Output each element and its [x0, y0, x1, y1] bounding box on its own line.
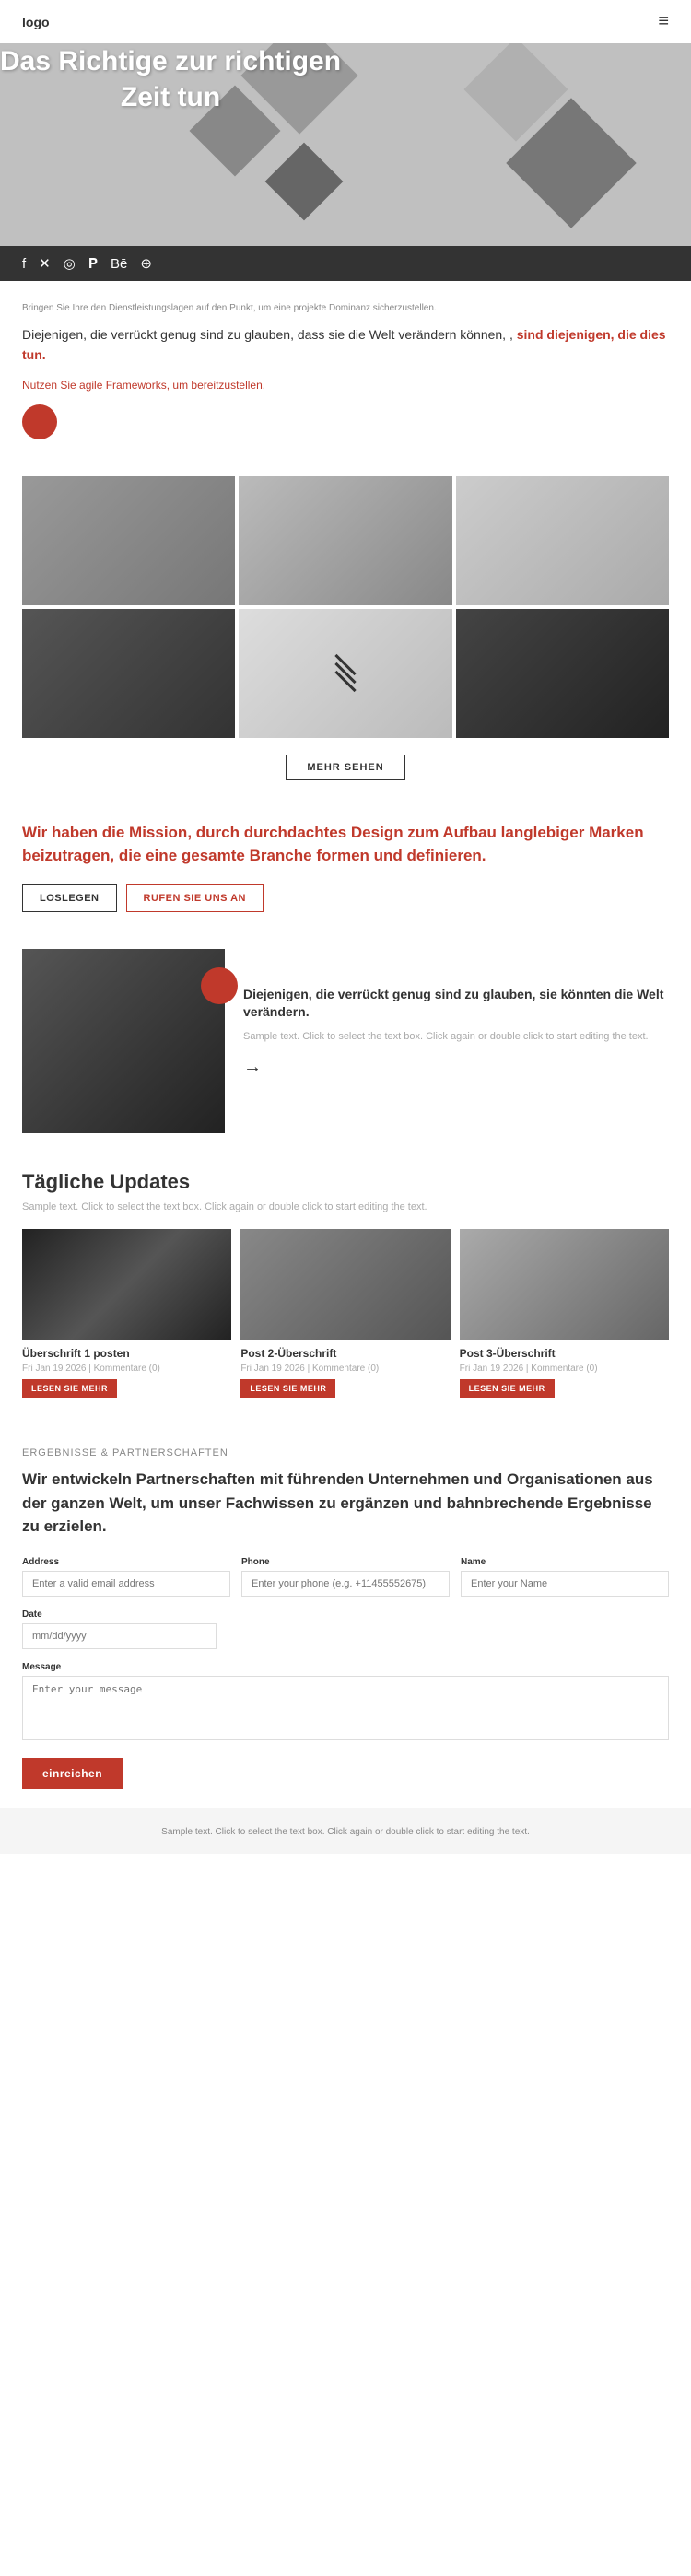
post-meta-1: Fri Jan 19 2026 | Kommentare (0) — [22, 1364, 231, 1374]
message-field-group: Message — [22, 1662, 669, 1745]
logo: logo — [22, 15, 50, 29]
gallery-lines-decoration — [332, 663, 359, 683]
feature-sample-text: Sample text. Click to select the text bo… — [243, 1029, 669, 1045]
address-label: Address — [22, 1557, 230, 1567]
gallery-cell-4 — [22, 609, 235, 738]
facebook-icon[interactable]: f — [22, 256, 26, 272]
loslegen-button[interactable]: LOSLEGEN — [22, 884, 117, 912]
date-label: Date — [22, 1610, 669, 1620]
post-meta-3: Fri Jan 19 2026 | Kommentare (0) — [460, 1364, 669, 1374]
gallery-cell-2 — [239, 476, 451, 605]
post-title-3: Post 3-Überschrift — [460, 1347, 669, 1360]
red-circle-decoration — [22, 404, 57, 439]
gallery-more-button[interactable]: MEHR SEHEN — [286, 755, 404, 780]
phone-field-group: Phone — [241, 1557, 450, 1597]
date-input[interactable] — [22, 1623, 217, 1649]
name-input[interactable] — [461, 1571, 669, 1597]
twitter-icon[interactable]: ✕ — [39, 255, 51, 272]
feature-red-dot — [201, 967, 238, 1004]
post-image-3 — [460, 1229, 669, 1340]
address-input[interactable] — [22, 1571, 230, 1597]
post-title-2: Post 2-Überschrift — [240, 1347, 450, 1360]
submit-button[interactable]: einreichen — [22, 1758, 123, 1789]
call-us-button[interactable]: RUFEN SIE UNS AN — [126, 884, 264, 912]
gallery-cell-1 — [22, 476, 235, 605]
partner-label: ERGEBNISSE & PARTNERSCHAFTEN — [22, 1447, 669, 1458]
post-card-3: Post 3-Überschrift Fri Jan 19 2026 | Kom… — [460, 1229, 669, 1398]
post-card-2: Post 2-Überschrift Fri Jan 19 2026 | Kom… — [240, 1229, 450, 1398]
name-field-group: Name — [461, 1557, 669, 1597]
post-image-2 — [240, 1229, 450, 1340]
form-row-message: Message — [22, 1662, 669, 1745]
form-row-1: Address Phone Name — [22, 1557, 669, 1597]
gallery-cell-3 — [456, 476, 669, 605]
daily-updates-section: Tägliche Updates Sample text. Click to s… — [0, 1152, 691, 1426]
post-title-1: Überschrift 1 posten — [22, 1347, 231, 1360]
feature-image — [22, 949, 225, 1133]
gallery-grid — [22, 476, 669, 738]
hero-diamond-5 — [265, 143, 344, 221]
name-label: Name — [461, 1557, 669, 1567]
message-input[interactable] — [22, 1676, 669, 1740]
partner-title: Wir entwickeln Partnerschaften mit führe… — [22, 1468, 669, 1539]
mission-text: Wir haben die Mission, durch durchdachte… — [22, 821, 669, 868]
daily-sample-text: Sample text. Click to select the text bo… — [22, 1200, 669, 1215]
hamburger-menu[interactable]: ≡ — [658, 11, 669, 32]
address-field-group: Address — [22, 1557, 230, 1597]
hero-title: Das Richtige zur richtigen Zeit tun — [0, 43, 341, 115]
intro-breadcrumb: Bringen Sie Ihre den Dienstleistungslage… — [22, 303, 669, 313]
post-read-more-1[interactable]: LESEN SIE MEHR — [22, 1379, 117, 1398]
social-bar: f ✕ ◎ 𝐏 Bē ⊕ — [0, 246, 691, 281]
post-read-more-3[interactable]: LESEN SIE MEHR — [460, 1379, 555, 1398]
footer-note: Sample text. Click to select the text bo… — [0, 1808, 691, 1854]
gallery-cell-5 — [239, 609, 451, 738]
feature-content: Diejenigen, die verrückt genug sind zu g… — [243, 949, 669, 1079]
intro-section: Bringen Sie Ihre den Dienstleistungslage… — [0, 281, 691, 467]
behance-icon[interactable]: Bē — [111, 256, 127, 272]
hero: Das Richtige zur richtigen Zeit tun — [0, 43, 691, 246]
gallery-cell-6 — [456, 609, 669, 738]
daily-title: Tägliche Updates — [22, 1170, 669, 1194]
gallery-section: MEHR SEHEN — [0, 467, 691, 799]
date-field-group: Date — [22, 1610, 669, 1649]
phone-input[interactable] — [241, 1571, 450, 1597]
feature-title: Diejenigen, die verrückt genug sind zu g… — [243, 986, 669, 1022]
feature-arrow-icon: → — [243, 1057, 669, 1078]
intro-sub-text: Nutzen Sie agile Frameworks, um bereitzu… — [22, 379, 669, 392]
post-image-1 — [22, 1229, 231, 1340]
post-read-more-2[interactable]: LESEN SIE MEHR — [240, 1379, 335, 1398]
message-label: Message — [22, 1662, 669, 1672]
dribbble-icon[interactable]: ⊕ — [140, 255, 152, 272]
footer-note-text: Sample text. Click to select the text bo… — [161, 1827, 530, 1837]
partnerships-section: ERGEBNISSE & PARTNERSCHAFTEN Wir entwick… — [0, 1425, 691, 1808]
header: logo ≡ — [0, 0, 691, 43]
posts-grid: Überschrift 1 posten Fri Jan 19 2026 | K… — [22, 1229, 669, 1398]
form-row-date: Date — [22, 1610, 669, 1649]
instagram-icon[interactable]: ◎ — [64, 255, 76, 272]
mission-section: Wir haben die Mission, durch durchdachte… — [0, 799, 691, 931]
pinterest-icon[interactable]: 𝐏 — [88, 256, 98, 272]
intro-main-text: Diejenigen, die verrückt genug sind zu g… — [22, 324, 669, 366]
post-card-1: Überschrift 1 posten Fri Jan 19 2026 | K… — [22, 1229, 231, 1398]
mission-buttons: LOSLEGEN RUFEN SIE UNS AN — [22, 884, 669, 912]
feature-section: Diejenigen, die verrückt genug sind zu g… — [0, 931, 691, 1152]
gallery-more-row: MEHR SEHEN — [22, 755, 669, 780]
post-meta-2: Fri Jan 19 2026 | Kommentare (0) — [240, 1364, 450, 1374]
phone-label: Phone — [241, 1557, 450, 1567]
